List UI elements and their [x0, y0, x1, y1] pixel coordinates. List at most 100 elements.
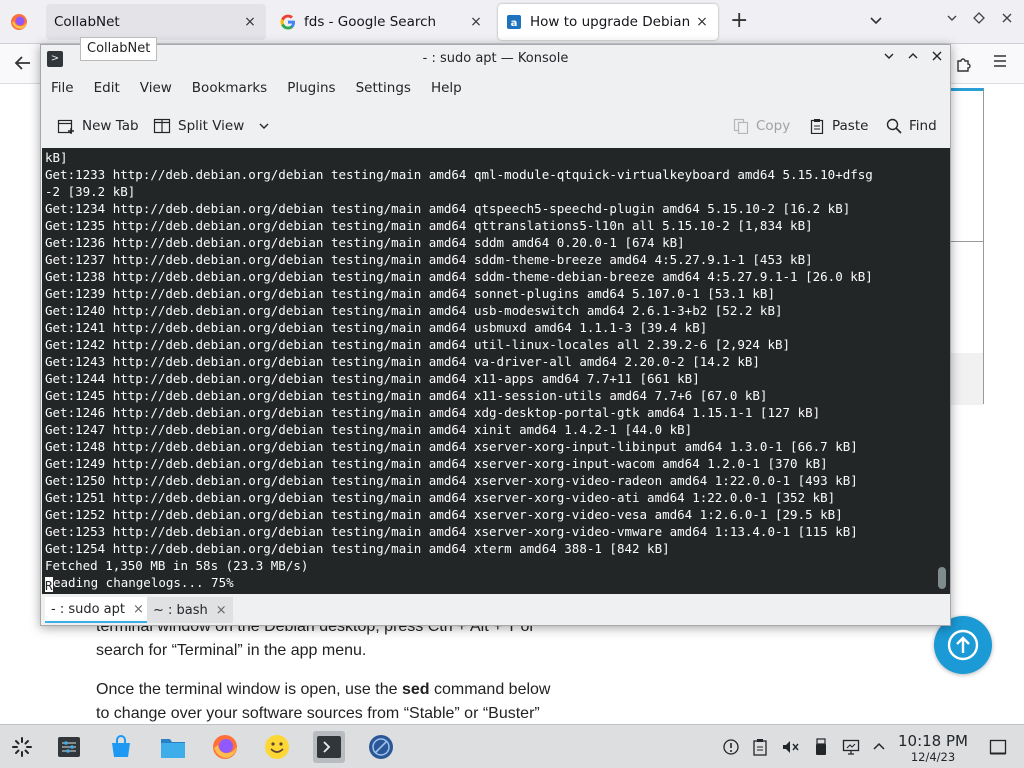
copy-icon [733, 118, 749, 134]
show-desktop-icon[interactable] [989, 738, 1007, 756]
article-paragraph: Once the terminal window is open, use th… [96, 678, 566, 726]
terminal-line: Get:1242 http://deb.debian.org/debian te… [45, 337, 791, 352]
network-status-icon[interactable] [722, 738, 740, 756]
find-label: Find [909, 118, 937, 134]
tab-label: ~ : bash [153, 602, 208, 618]
konsole-tab-bash[interactable]: ~ : bash × [147, 597, 233, 623]
close-icon[interactable] [927, 49, 947, 69]
terminal-line: Get:1252 http://deb.debian.org/debian te… [45, 507, 843, 522]
terminal-line: Get:1249 http://deb.debian.org/debian te… [45, 456, 828, 471]
browser-tab-debian-article[interactable]: a How to upgrade Debian di × [498, 4, 718, 40]
menu-bookmarks[interactable]: Bookmarks [182, 75, 277, 101]
device-notifier-icon[interactable] [812, 738, 830, 756]
split-view-button[interactable]: Split View [153, 115, 270, 137]
konsole-tab-sudo-apt[interactable]: - : sudo apt × [45, 597, 150, 623]
terminal-line: Get:1246 http://deb.debian.org/debian te… [45, 405, 821, 420]
copy-button[interactable]: Copy [733, 115, 790, 137]
konsole-menubar: File Edit View Bookmarks Plugins Setting… [41, 75, 472, 101]
clock-time: 10:18 PM [898, 732, 968, 750]
tab-title: CollabNet [54, 14, 120, 30]
divider [950, 241, 983, 242]
new-tab-button[interactable]: New Tab [57, 115, 139, 137]
terminal-line: Get:1233 http://deb.debian.org/debian te… [45, 167, 873, 182]
sed-command-text: sed [401, 681, 430, 698]
terminal-line: Fetched 1,350 MB in 58s (23.3 MB/s) [45, 558, 309, 573]
konsole-window: > - : sudo apt — Konsole File Edit View … [40, 44, 951, 626]
digital-clock[interactable]: 10:18 PM 12/4/23 [896, 732, 970, 764]
list-all-tabs-icon[interactable] [868, 12, 884, 32]
menu-file[interactable]: File [41, 75, 84, 101]
paste-button[interactable]: Paste [809, 115, 868, 137]
extensions-icon[interactable] [955, 55, 973, 77]
terminal-output[interactable]: kB] Get:1233 http://deb.debian.org/debian… [42, 148, 950, 594]
clock-date: 12/4/23 [910, 750, 956, 764]
firefox-icon[interactable] [9, 12, 29, 32]
new-tab-label: New Tab [82, 118, 139, 134]
minimize-icon[interactable] [879, 49, 899, 69]
terminal-line: Get:1244 http://deb.debian.org/debian te… [45, 371, 700, 386]
menu-edit[interactable]: Edit [84, 75, 130, 101]
konsole-taskbar-icon[interactable] [313, 731, 345, 763]
terminal-cursor: R [45, 577, 53, 593]
chevron-down-icon[interactable] [258, 120, 270, 132]
copy-label: Copy [756, 118, 791, 134]
close-window-icon[interactable] [1000, 11, 1014, 29]
tab-tooltip: CollabNet [80, 37, 158, 61]
terminal-line: Get:1245 http://deb.debian.org/debian te… [45, 388, 768, 403]
vpn-app-icon[interactable] [365, 731, 397, 763]
discover-store-icon[interactable] [105, 731, 137, 763]
sidebar-widget [950, 88, 984, 405]
arrow-up-circle-icon [947, 629, 979, 661]
browser-tab-collabnet[interactable]: CollabNet × [46, 4, 266, 40]
menu-view[interactable]: View [130, 75, 182, 101]
terminal-line: Get:1241 http://deb.debian.org/debian te… [45, 320, 708, 335]
minimize-icon[interactable] [945, 11, 959, 29]
close-icon[interactable]: × [694, 14, 710, 30]
system-settings-icon[interactable] [53, 731, 85, 763]
terminal-line: Get:1250 http://deb.debian.org/debian te… [45, 473, 858, 488]
terminal-text: kB] Get:1233 http://deb.debian.org/debian… [45, 149, 873, 593]
display-configuration-icon[interactable] [842, 738, 860, 756]
tab-label: - : sudo apt [51, 601, 126, 617]
close-icon[interactable]: × [216, 603, 227, 618]
konsole-tab-bar: - : sudo apt × ~ : bash × [41, 595, 950, 625]
terminal-line: Get:1234 http://deb.debian.org/debian te… [45, 201, 851, 216]
search-icon [886, 118, 902, 134]
split-view-label: Split View [178, 118, 245, 134]
sidebar-widget-shade [950, 353, 983, 405]
new-tab-icon [57, 117, 75, 135]
terminal-line: -2 [39.2 kB] [45, 184, 136, 199]
tab-title: fds - Google Search [304, 14, 437, 30]
konsole-titlebar[interactable]: > - : sudo apt — Konsole [41, 45, 950, 73]
window-title: - : sudo apt — Konsole [422, 51, 569, 66]
new-tab-button[interactable]: + [730, 9, 748, 33]
terminal-line: Get:1238 http://deb.debian.org/debian te… [45, 269, 873, 284]
browser-tab-google-search[interactable]: fds - Google Search × [272, 4, 492, 40]
tab-title: How to upgrade Debian di [530, 14, 694, 30]
article-favicon-icon: a [506, 14, 522, 30]
show-hidden-icons-icon[interactable] [870, 738, 888, 756]
maximize-icon[interactable] [903, 49, 923, 69]
file-manager-icon[interactable] [157, 731, 189, 763]
menu-plugins[interactable]: Plugins [277, 75, 345, 101]
terminal-line: Get:1237 http://deb.debian.org/debian te… [45, 252, 813, 267]
restore-icon[interactable] [972, 11, 986, 29]
emoji-picker-icon[interactable] [261, 731, 293, 763]
volume-muted-icon[interactable] [781, 738, 799, 756]
terminal-scrollbar[interactable] [938, 567, 946, 589]
firefox-icon[interactable] [209, 731, 241, 763]
menu-settings[interactable]: Settings [346, 75, 421, 101]
find-button[interactable]: Find [886, 115, 937, 137]
close-icon[interactable]: × [468, 14, 484, 30]
terminal-line: kB] [45, 150, 68, 165]
terminal-line: Get:1254 http://deb.debian.org/debian te… [45, 541, 670, 556]
app-launcher-icon[interactable] [6, 731, 38, 763]
back-arrow-icon[interactable] [12, 52, 34, 79]
clipboard-icon[interactable] [751, 738, 769, 756]
close-icon[interactable]: × [242, 14, 258, 30]
svg-text:a: a [511, 18, 518, 29]
hamburger-menu-icon[interactable] [992, 53, 1008, 74]
close-icon[interactable]: × [133, 602, 144, 617]
terminal-line: Get:1251 http://deb.debian.org/debian te… [45, 490, 836, 505]
menu-help[interactable]: Help [421, 75, 472, 101]
